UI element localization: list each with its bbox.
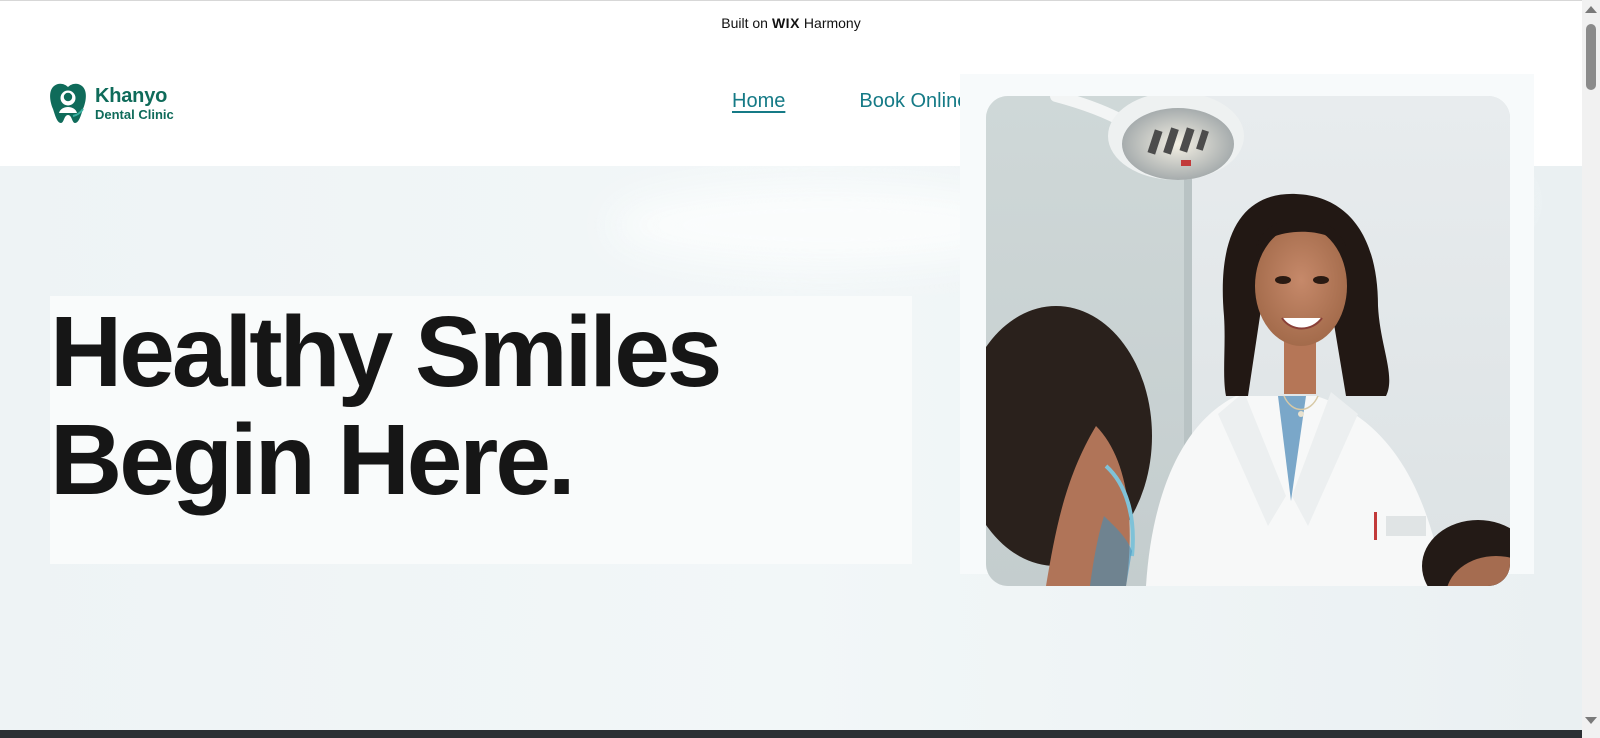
- logo-name: Khanyo: [95, 84, 168, 107]
- hero-headline-line-2: Begin Here.: [50, 404, 576, 516]
- clinic-logo[interactable]: Khanyo Dental Clinic: [45, 80, 174, 126]
- hero-headline: Healthy Smiles Begin Here.: [50, 296, 722, 516]
- scroll-down-arrow-icon[interactable]: [1585, 717, 1597, 724]
- dentist-smiling-with-patient-photo: [986, 96, 1510, 586]
- wix-banner[interactable]: Built on WIX Harmony: [0, 6, 1582, 40]
- banner-wix-logo: WIX: [771, 15, 800, 31]
- scrollbar-thumb[interactable]: [1586, 24, 1596, 90]
- banner-built-on: Built on: [721, 15, 768, 31]
- tooth-person-logo-icon: [50, 83, 86, 123]
- taskbar-edge: [0, 730, 1582, 738]
- nav-home[interactable]: Home: [732, 90, 785, 113]
- main-nav: Home Book Online: [732, 90, 968, 113]
- scroll-up-arrow-icon[interactable]: [1585, 6, 1597, 13]
- logo-subtitle: Dental Clinic: [95, 106, 174, 122]
- banner-product: Harmony: [803, 15, 861, 31]
- vertical-scrollbar[interactable]: [1582, 0, 1600, 738]
- nav-book-online[interactable]: Book Online: [859, 90, 968, 113]
- page: Built on WIX Harmony Khanyo Dental Clini…: [0, 0, 1600, 738]
- hero-headline-line-1: Healthy Smiles: [50, 296, 722, 408]
- dentist-photo-illustration: [986, 96, 1510, 586]
